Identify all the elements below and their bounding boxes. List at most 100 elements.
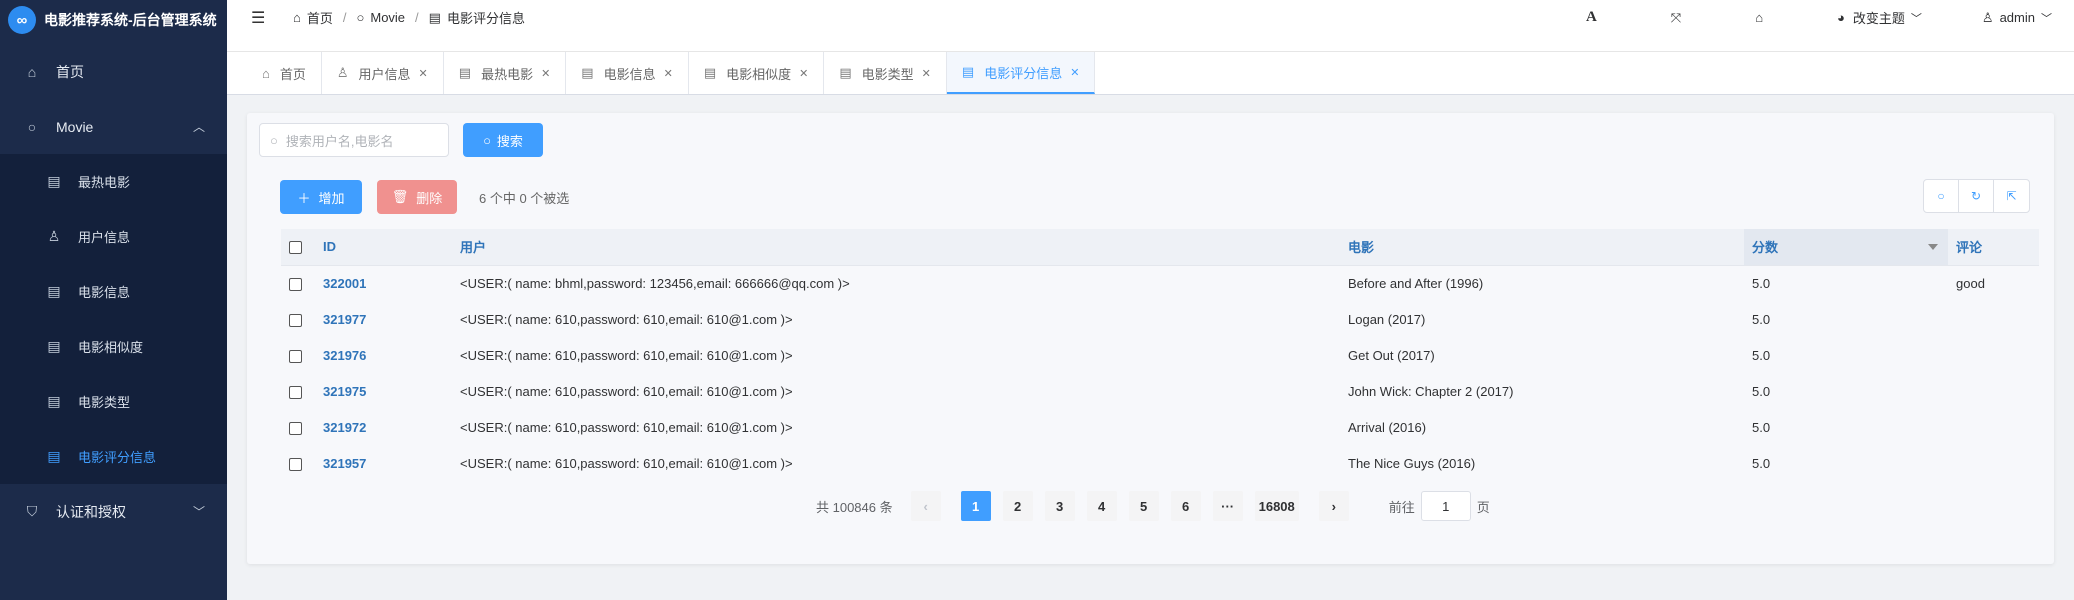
row-checkbox[interactable] — [289, 313, 302, 327]
cell-comment — [1948, 409, 2039, 445]
page-button[interactable]: 1 — [960, 491, 991, 521]
row-checkbox[interactable] — [289, 457, 302, 471]
close-icon[interactable]: ✕ — [664, 67, 673, 80]
main: ☰ ⌂ 首页 / ○ Movie / ▤ 电影评分信息 A ⤧ ⌂ ◕ 改变主题… — [227, 0, 2074, 600]
search-button-label: 搜索 — [496, 133, 523, 149]
tab-movie-rating[interactable]: ▤ 电影评分信息 ✕ — [946, 52, 1096, 94]
user-icon: ♙ — [336, 65, 349, 80]
sidebar-item-movie[interactable]: ○ Movie ︿ — [0, 99, 227, 154]
cell-user: <USER:( name: 610,password: 610,email: 6… — [460, 311, 793, 327]
cell-id[interactable]: 322001 — [315, 265, 452, 301]
sidebar-item-user-info[interactable]: ♙ 用户信息 — [0, 209, 227, 264]
tab-user-info[interactable]: ♙ 用户信息 ✕ — [321, 52, 444, 94]
home-icon[interactable]: ⌂ — [1755, 10, 1763, 25]
close-icon[interactable]: ✕ — [1070, 66, 1079, 79]
close-icon[interactable]: ✕ — [419, 67, 428, 80]
tab-movie-info[interactable]: ▤ 电影信息 ✕ — [566, 52, 689, 94]
goto-page-input[interactable]: 1 — [1420, 491, 1471, 521]
sidebar-item-movie-similarity[interactable]: ▤ 电影相似度 — [0, 319, 227, 374]
page-button[interactable]: 5 — [1128, 491, 1159, 521]
page-button[interactable]: 3 — [1044, 491, 1075, 521]
cell-id[interactable]: 321975 — [315, 373, 452, 409]
cell-id[interactable]: 321976 — [315, 337, 452, 373]
table-row[interactable]: 321957 <USER:( name: 610,password: 610,em… — [281, 445, 2039, 481]
breadcrumb-movie[interactable]: Movie — [370, 10, 405, 25]
sidebar-item-home[interactable]: ⌂ 首页 — [0, 44, 227, 99]
select-all-checkbox[interactable] — [289, 241, 302, 255]
sidebar-item-hot-movies[interactable]: ▤ 最热电影 — [0, 154, 227, 209]
search-toggle-icon[interactable]: ○ — [1924, 180, 1959, 212]
next-page-button[interactable]: › — [1318, 491, 1349, 521]
page-button[interactable]: 16808 — [1254, 491, 1299, 521]
search-row: ○ 搜索用户名,电影名 ○ 搜索 — [259, 123, 2042, 157]
user-menu[interactable]: ♙ admin ﹀ — [1982, 10, 2052, 26]
sidebar-item-auth[interactable]: ⛉ 认证和授权 ﹀ — [0, 484, 227, 539]
column-user[interactable]: 用户 — [452, 229, 1340, 266]
tab-hot-movies[interactable]: ▤ 最热电影 ✕ — [443, 52, 567, 94]
column-id[interactable]: ID — [315, 229, 452, 266]
refresh-icon[interactable]: ↻ — [1959, 180, 1994, 212]
tab-movie-genre[interactable]: ▤ 电影类型 ✕ — [824, 52, 947, 94]
add-button[interactable]: ＋ 增加 — [280, 180, 362, 214]
sidebar-item-label: 电影信息 — [78, 285, 131, 300]
table-header-row: ID 用户 电影 分数 评论 — [281, 229, 2039, 266]
close-icon[interactable]: ✕ — [541, 67, 550, 80]
page-button[interactable]: 4 — [1086, 491, 1117, 521]
fullscreen-icon[interactable]: ⤧ — [1671, 10, 1681, 26]
column-score[interactable]: 分数 — [1744, 229, 1948, 266]
plus-icon: ＋ — [297, 190, 311, 206]
page-ellipsis[interactable]: ··· — [1212, 491, 1243, 521]
font-size-icon[interactable]: A — [1586, 9, 1597, 26]
page-button[interactable]: 2 — [1002, 491, 1033, 521]
tab-home[interactable]: ⌂ 首页 — [247, 52, 322, 94]
row-checkbox[interactable] — [289, 421, 302, 435]
sidebar-item-movie-rating[interactable]: ▤ 电影评分信息 — [0, 429, 227, 484]
prev-page-button[interactable]: ‹ — [910, 491, 941, 521]
table-row[interactable]: 321975 <USER:( name: 610,password: 610,em… — [281, 373, 2039, 409]
cell-comment — [1948, 445, 2039, 481]
table-row[interactable]: 321976 <USER:( name: 610,password: 610,em… — [281, 337, 2039, 373]
row-checkbox[interactable] — [289, 385, 302, 399]
close-icon[interactable]: ✕ — [922, 67, 931, 80]
breadcrumb-current: 电影评分信息 — [446, 11, 525, 26]
tab-movie-similarity[interactable]: ▤ 电影相似度 ✕ — [688, 52, 825, 94]
film-icon: ▤ — [47, 173, 61, 189]
close-icon[interactable]: ✕ — [799, 67, 808, 80]
search-icon: ○ — [483, 132, 491, 148]
cell-id[interactable]: 321957 — [315, 445, 452, 481]
add-button-label: 增加 — [318, 190, 345, 206]
sidebar-item-label: 电影相似度 — [78, 340, 144, 355]
cell-movie: John Wick: Chapter 2 (2017) — [1348, 383, 1514, 399]
search-input[interactable]: ○ 搜索用户名,电影名 — [259, 123, 449, 157]
page-button[interactable]: 6 — [1170, 491, 1201, 521]
breadcrumb-home[interactable]: 首页 — [307, 8, 333, 27]
sidebar-item-label: 电影评分信息 — [78, 450, 157, 465]
table-row[interactable]: 322001 <USER:( name: bhml,password: 12345… — [281, 265, 2039, 301]
table-row[interactable]: 321972 <USER:( name: 610,password: 610,em… — [281, 409, 2039, 445]
app: ∞ 电影推荐系统-后台管理系统 ⌂ 首页 ○ Movie ︿ ▤ 最热电影 ♙ … — [0, 0, 2074, 600]
table-tools: ○ ↻ ⇱ — [1923, 179, 2030, 213]
breadcrumb: ⌂ 首页 / ○ Movie / ▤ 电影评分信息 — [293, 8, 525, 27]
export-icon[interactable]: ⇱ — [1994, 180, 2029, 212]
column-movie[interactable]: 电影 — [1340, 229, 1744, 266]
delete-button[interactable]: 🗑 删除 — [377, 180, 457, 214]
row-checkbox[interactable] — [289, 277, 302, 291]
cell-id[interactable]: 321977 — [315, 301, 452, 337]
tab-label: 首页 — [279, 66, 306, 82]
logo-text: 电影推荐系统-后台管理系统 — [44, 12, 217, 28]
sort-caret-icon[interactable] — [1928, 244, 1938, 250]
row-checkbox[interactable] — [289, 349, 302, 363]
logo[interactable]: ∞ 电影推荐系统-后台管理系统 — [0, 0, 227, 40]
hamburger-icon[interactable]: ☰ — [251, 8, 269, 28]
sidebar-item-label: 认证和授权 — [56, 503, 126, 520]
user-name: admin — [1999, 10, 2035, 25]
rating-panel: ○ 搜索用户名,电影名 ○ 搜索 ＋ 增加 🗑 删除 6 个中 0 个被选 ○ … — [247, 113, 2054, 564]
column-comment[interactable]: 评论 — [1948, 229, 2039, 266]
cell-user: <USER:( name: bhml,password: 123456,emai… — [460, 275, 850, 291]
table-row[interactable]: 321977 <USER:( name: 610,password: 610,em… — [281, 301, 2039, 337]
search-button[interactable]: ○ 搜索 — [463, 123, 543, 157]
sidebar-item-movie-info[interactable]: ▤ 电影信息 — [0, 264, 227, 319]
theme-switcher[interactable]: ◕ 改变主题 ﹀ — [1837, 8, 1922, 27]
sidebar-item-movie-genre[interactable]: ▤ 电影类型 — [0, 374, 227, 429]
cell-id[interactable]: 321972 — [315, 409, 452, 445]
